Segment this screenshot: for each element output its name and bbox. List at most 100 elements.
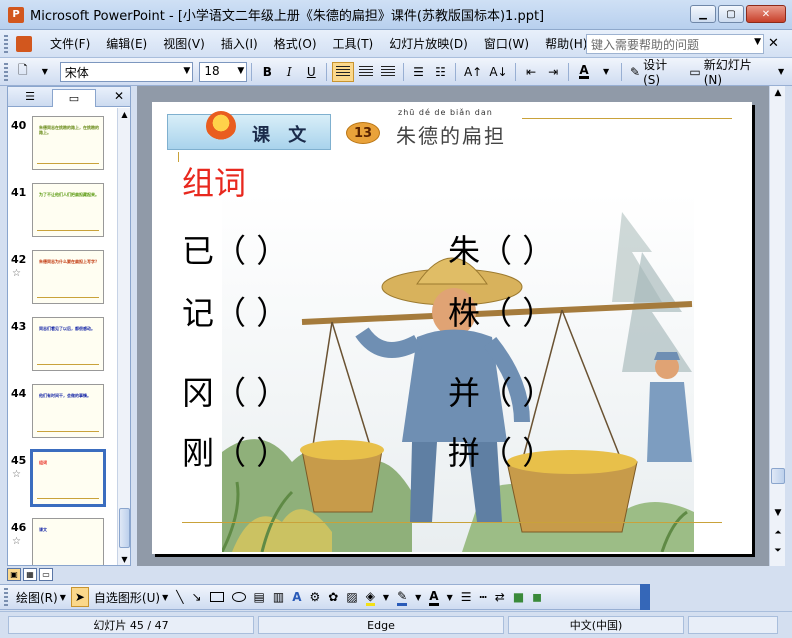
chevron-down-icon[interactable]: ▼ [183, 66, 190, 76]
document-close-icon[interactable]: ✕ [768, 36, 779, 51]
tab-outline[interactable]: ☰ [8, 88, 52, 106]
decrease-font-button[interactable]: A↓ [487, 62, 510, 82]
slide-thumbnail-row-selected[interactable]: 45 ☆ 组词 [8, 449, 118, 511]
line-color-dropdown[interactable]: ▼ [412, 587, 424, 607]
menu-file[interactable]: 文件(F) [42, 35, 98, 52]
wordart-button[interactable]: A [289, 587, 304, 607]
menu-tools[interactable]: 工具(T) [325, 35, 382, 52]
word-item[interactable]: 刚（ ） [182, 428, 288, 474]
slide-thumbnail-row[interactable]: 43 同志们看见了以后，都很感动。 [8, 317, 118, 377]
chevron-down-icon[interactable]: ▼ [754, 37, 761, 47]
dash-style-button[interactable]: ┅ [477, 587, 490, 607]
slide-vertical-scrollbar[interactable]: ▲ ▼ ⏶ ⏷ [769, 86, 785, 566]
increase-font-button[interactable]: A↑ [461, 62, 484, 82]
slide-thumbnail[interactable]: 他们有时间干，会做的事情。 [32, 384, 104, 438]
pane-close-icon[interactable]: ✕ [114, 89, 124, 103]
lesson-title[interactable]: 朱德的扁担 [396, 120, 506, 149]
maximize-button[interactable]: ▢ [718, 5, 744, 23]
line-color-button[interactable]: ✎ [394, 587, 410, 607]
bulleted-list-button[interactable]: ☷ [430, 62, 450, 82]
slide-thumbnail[interactable]: 朱德同志为什么要在扁担上写字？ [32, 250, 104, 304]
toolbar-options-button[interactable]: ▼ [35, 62, 55, 82]
rectangle-button[interactable] [207, 587, 227, 607]
menu-view[interactable]: 视图(V) [155, 35, 213, 52]
word-item[interactable]: 记（ ） [182, 288, 288, 334]
design-button[interactable]: ✎ 设计(S) [627, 58, 684, 87]
scroll-down-icon[interactable]: ▼ [770, 506, 786, 520]
slide-thumbnail[interactable]: 朱德同志在挑粮的路上，在挑粮的路上。 [32, 116, 104, 170]
scroll-down-icon[interactable]: ▼ [118, 553, 131, 565]
3d-style-button[interactable]: ◼ [529, 587, 545, 607]
menu-format[interactable]: 格式(O) [266, 35, 325, 52]
tab-slides[interactable]: ▭ [52, 88, 96, 107]
underline-button[interactable]: U [301, 62, 321, 82]
toolbar-grip[interactable] [4, 62, 8, 81]
slide-thumbnail-row[interactable]: 46 ☆ 课文 [8, 518, 118, 565]
fill-color-button[interactable]: ◈ [363, 587, 378, 607]
pane-scroll-thumb[interactable] [119, 508, 130, 548]
slide-sorter-view-button[interactable]: ▦ [23, 567, 37, 581]
drawing-font-color-dropdown[interactable]: ▼ [444, 587, 456, 607]
vertical-textbox-button[interactable]: ▥ [270, 587, 287, 607]
font-color-button[interactable]: A [574, 62, 594, 82]
minimize-button[interactable]: ▁ [690, 5, 716, 23]
arrow-style-button[interactable]: ⇄ [492, 587, 508, 607]
word-item[interactable]: 拼（ ） [448, 428, 554, 474]
select-objects-button[interactable]: ➤ [70, 587, 89, 607]
slide-thumbnail[interactable]: 为了不让他们人们把扁担藏起来。 [32, 183, 104, 237]
font-color-dropdown[interactable]: ▼ [596, 62, 616, 82]
menu-slideshow[interactable]: 幻灯片放映(D) [381, 35, 476, 52]
clipart-button[interactable]: ✿ [325, 587, 341, 607]
new-document-button[interactable]: 🗋 [13, 62, 33, 82]
menu-window[interactable]: 窗口(W) [476, 35, 537, 52]
help-search-input[interactable]: 键入需要帮助的问题 ▼ [586, 34, 764, 54]
word-item[interactable]: 冈（ ） [182, 368, 288, 414]
slide-canvas[interactable]: 课 文 13 zhū dé de biǎn dan 朱德的扁担 组词 已（ ） … [152, 102, 752, 554]
slideshow-view-button[interactable]: ▭ [39, 567, 53, 581]
close-button[interactable]: ✕ [746, 5, 786, 23]
normal-view-button[interactable]: ▣ [7, 567, 21, 581]
powerpoint-icon[interactable]: P [8, 6, 24, 23]
slide-thumbnail-row[interactable]: 40 朱德同志在挑粮的路上，在挑粮的路上。 [8, 116, 118, 176]
section-title[interactable]: 组词 [182, 158, 246, 204]
scroll-up-icon[interactable]: ▲ [118, 108, 131, 120]
toolbar-overflow-button[interactable]: ▼ [771, 62, 791, 82]
align-center-button[interactable] [356, 62, 376, 82]
picture-button[interactable]: ▨ [343, 587, 360, 607]
slide-thumbnail-row[interactable]: 41 为了不让他们人们把扁担藏起来。 [8, 183, 118, 243]
line-button[interactable]: ╲ [173, 587, 186, 607]
toolbar-grip[interactable] [4, 588, 8, 606]
line-style-button[interactable]: ☰ [458, 587, 475, 607]
previous-slide-icon[interactable]: ⏶ [770, 526, 786, 540]
menu-insert[interactable]: 插入(I) [213, 35, 266, 52]
scroll-up-icon[interactable]: ▲ [770, 86, 786, 100]
slide-thumbnail-selected[interactable]: 组词 [30, 449, 106, 507]
oval-button[interactable] [229, 587, 249, 607]
font-name-select[interactable]: 宋体 ▼ [59, 61, 194, 82]
word-item[interactable]: 株（ ） [448, 288, 554, 334]
word-item[interactable]: 并（ ） [448, 368, 554, 414]
word-item[interactable]: 朱（ ） [448, 226, 554, 272]
textbox-button[interactable]: ▤ [251, 587, 268, 607]
slide-thumbnail-row[interactable]: 42 ☆ 朱德同志为什么要在扁担上写字？ [8, 250, 118, 310]
arrow-button[interactable]: ↘ [188, 587, 204, 607]
font-size-select[interactable]: 18 ▼ [199, 61, 248, 82]
toolbar-overflow-button[interactable] [640, 584, 650, 610]
document-icon[interactable] [16, 35, 32, 52]
menu-edit[interactable]: 编辑(E) [98, 35, 155, 52]
menu-grip[interactable] [4, 34, 8, 53]
slide-scroll-thumb[interactable] [771, 468, 785, 484]
decrease-indent-button[interactable]: ⇤ [521, 62, 541, 82]
drawing-font-color-button[interactable]: A [426, 587, 441, 607]
slide-thumbnail-row[interactable]: 44 他们有时间干，会做的事情。 [8, 384, 118, 444]
italic-button[interactable]: I [279, 62, 299, 82]
align-right-button[interactable] [378, 62, 398, 82]
fill-color-dropdown[interactable]: ▼ [380, 587, 392, 607]
autoshapes-button[interactable]: 自选图形(U) ▼ [91, 587, 171, 607]
word-item[interactable]: 已（ ） [182, 226, 288, 272]
next-slide-icon[interactable]: ⏷ [770, 544, 786, 558]
draw-menu-button[interactable]: 绘图(R) ▼ [13, 587, 69, 607]
pane-scrollbar[interactable]: ▲ ▼ [117, 108, 130, 565]
align-left-button[interactable] [332, 61, 354, 82]
slide-thumbnail[interactable]: 同志们看见了以后，都很感动。 [32, 317, 104, 371]
